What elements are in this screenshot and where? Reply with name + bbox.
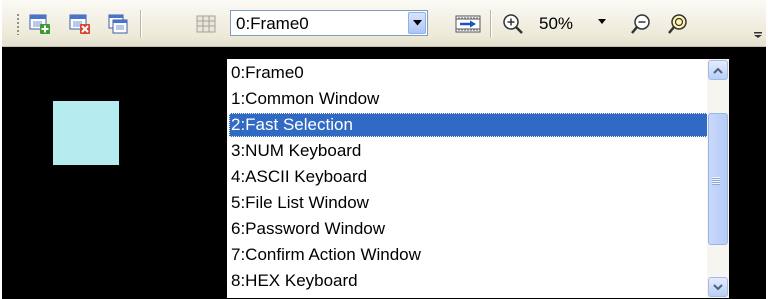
zoom-fit-button[interactable] [664, 10, 692, 38]
chevron-down-icon [412, 20, 422, 26]
frame-select-dropdown-list: 0:Frame0 1:Common Window 2:Fast Selectio… [226, 58, 730, 299]
frame-preview-rect[interactable] [53, 101, 119, 165]
dropdown-option-fast-selection[interactable]: 2:Fast Selection [229, 113, 709, 137]
zoom-out-button[interactable] [627, 10, 655, 38]
dropdown-option-password-window[interactable]: 6:Password Window [229, 217, 709, 241]
goto-frame-button[interactable] [454, 10, 482, 38]
dropdown-option-num-keyboard[interactable]: 3:NUM Keyboard [229, 139, 709, 163]
zoom-level-value[interactable]: 50% [539, 14, 573, 34]
toolbar: 0:Frame0 50% [2, 0, 766, 47]
delete-frame-icon [69, 14, 90, 34]
toolbar-overflow-icon[interactable] [754, 32, 762, 38]
frame-list-icon [196, 15, 216, 33]
scroll-down-button[interactable] [708, 277, 728, 297]
zoom-fit-icon [668, 14, 687, 34]
add-frame-icon [29, 14, 50, 34]
chevron-down-icon [713, 283, 723, 290]
zoom-dropdown-arrow[interactable] [598, 19, 606, 24]
goto-frame-icon [455, 15, 481, 33]
dropdown-option-ascii-keyboard[interactable]: 4:ASCII Keyboard [229, 165, 709, 189]
frame-select-dropdown-button[interactable] [408, 12, 426, 34]
dropdown-scrollbar[interactable] [707, 59, 729, 298]
add-frame-button[interactable] [26, 10, 54, 38]
zoom-in-button[interactable] [499, 10, 527, 38]
toolbar-separator [490, 10, 491, 38]
dropdown-option-frame0[interactable]: 0:Frame0 [229, 61, 709, 85]
toolbar-separator [140, 10, 141, 38]
dropdown-option-confirm-action-window[interactable]: 7:Confirm Action Window [229, 243, 709, 267]
zoom-out-icon [631, 14, 650, 34]
dropdown-option-hex-keyboard[interactable]: 8:HEX Keyboard [229, 269, 709, 293]
zoom-in-icon [503, 14, 523, 34]
frame-select[interactable]: 0:Frame0 [230, 10, 428, 36]
toolbar-grip[interactable] [16, 13, 20, 35]
dropdown-option-file-list-window[interactable]: 5:File List Window [229, 191, 709, 215]
copy-frame-icon [108, 14, 128, 34]
dropdown-option-common-window[interactable]: 1:Common Window [229, 87, 709, 111]
scroll-up-button[interactable] [708, 60, 728, 80]
frame-list-button[interactable] [192, 10, 220, 38]
copy-frame-button[interactable] [104, 10, 132, 38]
frame-select-value: 0:Frame0 [236, 14, 309, 33]
chevron-up-icon [713, 67, 723, 74]
delete-frame-button[interactable] [66, 10, 94, 38]
scrollbar-thumb-grip [712, 177, 720, 185]
